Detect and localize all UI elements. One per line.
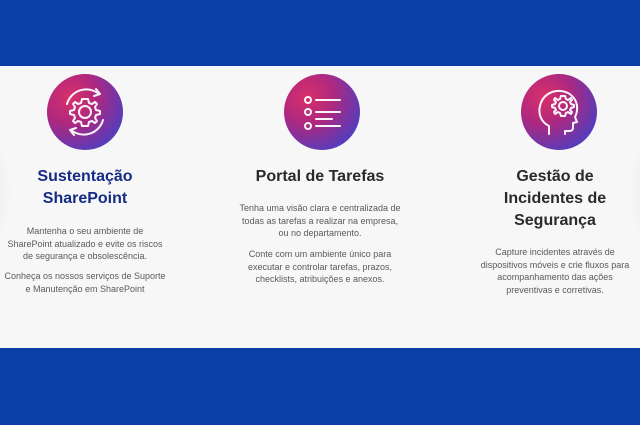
card-description: Tenha uma visão clara e centralizada de …: [239, 203, 401, 238]
bottom-blue-band: [0, 348, 640, 425]
card-title: Gestão de Incidentes de Segurança: [503, 168, 607, 229]
gear-sync-icon: [47, 74, 123, 150]
task-list-icon: [284, 74, 360, 150]
card-description-secondary: Conte com um ambiente único para executa…: [247, 249, 393, 284]
card-description-secondary: Conheça os nossos serviços de Suporte e …: [4, 271, 166, 294]
card-title: Portal de Tarefas: [255, 168, 385, 185]
top-blue-band: [0, 0, 640, 66]
card-description: Mantenha o seu ambiente de SharePoint at…: [7, 226, 163, 261]
head-gear-icon: [521, 74, 597, 150]
card-title: Sustentação SharePoint: [37, 168, 133, 207]
card-description: Capture incidentes através de dispositiv…: [480, 247, 630, 295]
services-panel: Sustentação SharePoint Mantenha o seu am…: [0, 66, 640, 348]
